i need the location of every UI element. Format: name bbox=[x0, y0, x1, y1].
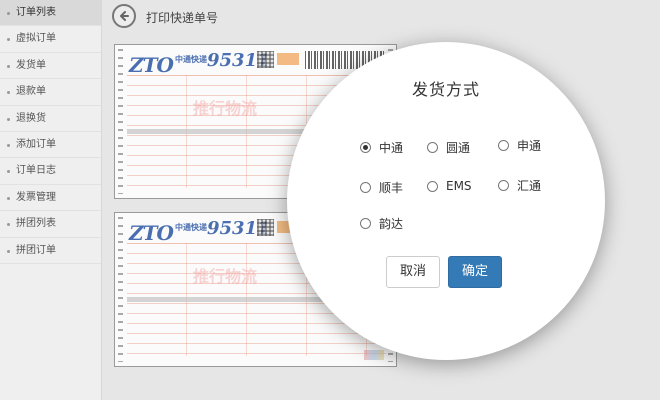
sidebar-item-order-list[interactable]: 订单列表 bbox=[0, 0, 101, 27]
perforation bbox=[118, 49, 123, 194]
perforation bbox=[118, 217, 123, 362]
radio-option-sto[interactable]: 申通 bbox=[498, 137, 541, 154]
radio-button[interactable] bbox=[427, 180, 438, 192]
radio-label: 顺丰 bbox=[379, 181, 404, 195]
radio-label: 圆通 bbox=[446, 141, 471, 155]
radio-label: 申通 bbox=[517, 139, 542, 153]
shipping-method-dialog: 发货方式 中通 圆通 申通 顺丰 EMS 汇通 韵达 取消 确定 bbox=[287, 42, 605, 360]
waybill-badge bbox=[277, 53, 299, 65]
sidebar-item-group-list[interactable]: 拼团列表 bbox=[0, 211, 101, 238]
radio-option-yto[interactable]: 圆通 bbox=[427, 139, 470, 156]
sidebar-item-add-order[interactable]: 添加订单 bbox=[0, 132, 101, 159]
sidebar-item-invoices[interactable]: 发票管理 bbox=[0, 185, 101, 212]
radio-option-sf[interactable]: 顺丰 bbox=[360, 179, 403, 196]
zto-logo: ZTO bbox=[129, 53, 174, 77]
sidebar-item-order-log[interactable]: 订单日志 bbox=[0, 158, 101, 185]
radio-label: EMS bbox=[446, 179, 472, 193]
radio-button[interactable] bbox=[498, 140, 509, 151]
qr-code-icon bbox=[257, 51, 274, 68]
back-button[interactable] bbox=[112, 4, 136, 28]
radio-button[interactable] bbox=[498, 180, 509, 191]
radio-button[interactable] bbox=[360, 182, 371, 193]
confirm-button[interactable]: 确定 bbox=[448, 256, 502, 288]
sidebar-item-shipping-orders[interactable]: 发货单 bbox=[0, 53, 101, 80]
sidebar-item-virtual-orders[interactable]: 虚拟订单 bbox=[0, 26, 101, 53]
qr-code-icon bbox=[257, 219, 274, 236]
radio-button[interactable] bbox=[360, 142, 371, 153]
waybill-color-mark bbox=[364, 350, 384, 360]
radio-button[interactable] bbox=[360, 218, 371, 229]
radio-label: 汇通 bbox=[517, 179, 542, 193]
sidebar-item-group-orders[interactable]: 拼团订单 bbox=[0, 238, 101, 264]
dialog-title: 发货方式 bbox=[411, 80, 480, 99]
cancel-button[interactable]: 取消 bbox=[386, 256, 440, 288]
radio-option-ems[interactable]: EMS bbox=[427, 179, 472, 193]
sidebar-item-returns[interactable]: 退换货 bbox=[0, 106, 101, 132]
radio-button[interactable] bbox=[427, 142, 438, 153]
waybill-brand: 中通快递 bbox=[175, 223, 207, 232]
waybill-watermark: 推行物流 bbox=[193, 267, 258, 286]
arrow-left-circle-icon bbox=[120, 11, 129, 21]
waybill-brand: 中通快递 bbox=[175, 55, 207, 64]
radio-option-huitong[interactable]: 汇通 bbox=[498, 177, 541, 194]
sidebar: 订单列表 虚拟订单 发货单 退款单 退换货 添加订单 订单日志 发票管理 拼团列… bbox=[0, 0, 102, 400]
radio-label: 中通 bbox=[379, 141, 404, 155]
sidebar-item-refunds[interactable]: 退款单 bbox=[0, 79, 101, 106]
page-header: 打印快递单号 bbox=[102, 0, 660, 36]
radio-label: 韵达 bbox=[379, 217, 404, 231]
page-title: 打印快递单号 bbox=[146, 11, 219, 25]
radio-option-yunda[interactable]: 韵达 bbox=[360, 215, 403, 232]
radio-option-zto[interactable]: 中通 bbox=[360, 139, 403, 156]
zto-logo: ZTO bbox=[129, 221, 174, 245]
waybill-watermark: 推行物流 bbox=[193, 99, 258, 118]
